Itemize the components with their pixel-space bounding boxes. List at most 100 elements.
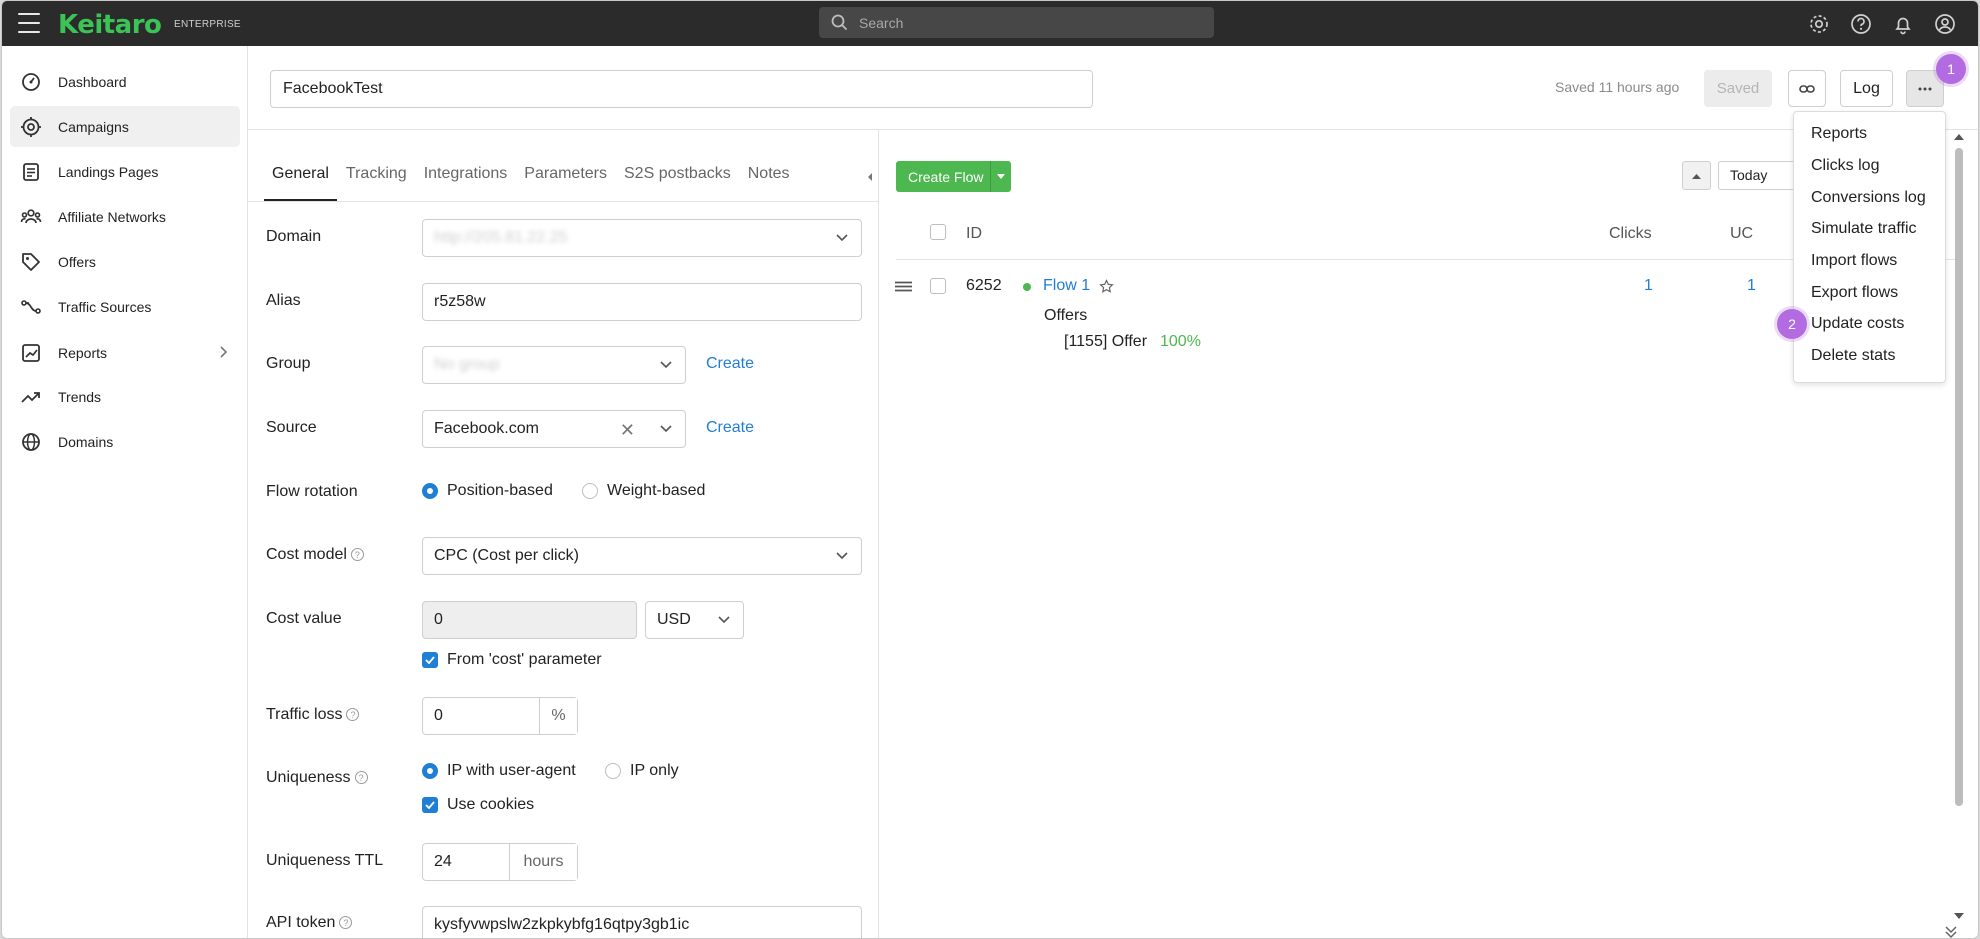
- page-icon: [23, 163, 39, 181]
- menu-item-import-flows[interactable]: Import flows: [1811, 252, 1897, 270]
- column-header-uc[interactable]: UC: [1730, 225, 1753, 243]
- saved-button[interactable]: Saved: [1704, 70, 1772, 107]
- sidebar-item-dashboard[interactable]: Dashboard: [10, 61, 240, 102]
- create-flow-label: Create Flow: [908, 168, 984, 185]
- menu-item-export-flows[interactable]: Export flows: [1811, 284, 1898, 302]
- label-text: Uniqueness: [266, 769, 351, 786]
- sidebar-item-reports[interactable]: Reports: [10, 332, 240, 373]
- currency-select[interactable]: USD: [645, 601, 744, 639]
- help-icon[interactable]: ?: [354, 771, 368, 784]
- menu-item-clicks-log[interactable]: Clicks log: [1811, 157, 1879, 175]
- tab-s2s-postbacks[interactable]: S2S postbacks: [616, 151, 739, 201]
- sidebar-item-domains[interactable]: Domains: [10, 421, 240, 462]
- row-checkbox[interactable]: [930, 278, 946, 294]
- bell-icon[interactable]: [1890, 11, 1916, 37]
- flow-clicks[interactable]: 1: [1644, 277, 1653, 295]
- campaign-name-input[interactable]: FacebookTest: [270, 70, 1093, 108]
- tab-notes[interactable]: Notes: [740, 151, 798, 201]
- sidebar-item-traffic-sources[interactable]: Traffic Sources: [10, 286, 240, 327]
- gear-icon[interactable]: [1806, 11, 1832, 37]
- uniqueness-ttl-input[interactable]: 24 hours: [422, 843, 578, 881]
- tab-parameters[interactable]: Parameters: [516, 151, 615, 201]
- date-filter-select[interactable]: Today: [1718, 161, 1798, 190]
- uniqueness-ip-only-radio[interactable]: IP only: [605, 762, 679, 780]
- trend-icon: [21, 392, 40, 403]
- resize-grip-icon[interactable]: [1945, 926, 1959, 938]
- network-icon: [20, 209, 42, 224]
- caret-down-icon[interactable]: [991, 173, 1011, 180]
- step-badge-1: 1: [1936, 54, 1966, 84]
- rotation-position-radio[interactable]: Position-based: [422, 482, 553, 500]
- tab-tracking[interactable]: Tracking: [338, 151, 415, 201]
- app-edition: ENTERPRISE: [174, 19, 241, 30]
- use-cookies-checkbox[interactable]: Use cookies: [422, 796, 534, 814]
- rotation-weight-radio[interactable]: Weight-based: [582, 482, 705, 500]
- help-icon[interactable]: ?: [350, 548, 364, 561]
- alias-input[interactable]: r5z58w: [422, 283, 862, 321]
- user-icon[interactable]: [1932, 11, 1958, 37]
- link-icon: [1799, 84, 1815, 93]
- chart-icon: [22, 344, 40, 362]
- radio-label: Position-based: [447, 482, 553, 499]
- menu-icon[interactable]: [18, 13, 40, 33]
- sidebar-item-trends[interactable]: Trends: [10, 376, 240, 417]
- radio-dot: [422, 763, 438, 779]
- help-icon[interactable]: ?: [339, 916, 353, 929]
- drag-handle-icon[interactable]: [895, 281, 912, 292]
- group-create-link[interactable]: Create: [706, 355, 754, 373]
- star-icon[interactable]: [1099, 279, 1114, 294]
- domain-select[interactable]: http://205.81.22.25: [422, 219, 862, 257]
- log-button[interactable]: Log: [1840, 70, 1893, 107]
- group-select[interactable]: No group: [422, 346, 686, 384]
- cost-value-input[interactable]: 0: [422, 601, 637, 639]
- campaign-tabs: General Tracking Integrations Parameters…: [264, 151, 799, 203]
- help-icon[interactable]: ?: [346, 708, 360, 721]
- source-create-link[interactable]: Create: [706, 419, 754, 437]
- alias-label: Alias: [266, 292, 301, 309]
- source-select[interactable]: Facebook.com ✕: [422, 410, 686, 448]
- scrollbar-thumb[interactable]: [1955, 148, 1963, 806]
- sidebar-item-campaigns[interactable]: Campaigns: [10, 106, 240, 147]
- cost-model-select[interactable]: CPC (Cost per click): [422, 537, 862, 575]
- tab-general[interactable]: General: [264, 151, 337, 201]
- search-box[interactable]: [819, 7, 1214, 38]
- scroll-down-icon[interactable]: [1954, 913, 1964, 920]
- search-input[interactable]: [859, 7, 1199, 38]
- sidebar-item-offers[interactable]: Offers: [10, 241, 240, 282]
- select-all-checkbox[interactable]: [930, 224, 946, 240]
- app-logo[interactable]: Keitaro: [58, 10, 162, 40]
- flow-uc[interactable]: 1: [1747, 277, 1756, 295]
- label-text: Traffic loss: [266, 706, 343, 723]
- menu-item-reports[interactable]: Reports: [1811, 125, 1867, 143]
- sidebar-item-affiliate-networks[interactable]: Affiliate Networks: [10, 196, 240, 237]
- status-active-dot: [1023, 283, 1031, 291]
- copy-link-button[interactable]: [1788, 70, 1826, 107]
- menu-item-update-costs[interactable]: Update costs: [1811, 315, 1904, 333]
- sort-up-button[interactable]: [1682, 161, 1711, 190]
- panel-divider: [878, 129, 879, 938]
- api-token-input[interactable]: kysfyvwpslw2zkpkybfg16qtpy3gb1ic: [422, 906, 862, 938]
- clear-icon[interactable]: ✕: [620, 421, 635, 439]
- column-header-clicks[interactable]: Clicks: [1609, 225, 1652, 243]
- sidebar-item-label: Landings Pages: [58, 163, 159, 180]
- sidebar-item-landings-pages[interactable]: Landings Pages: [10, 151, 240, 192]
- menu-item-simulate-traffic[interactable]: Simulate traffic: [1811, 220, 1917, 238]
- create-flow-button[interactable]: Create Flow: [896, 161, 1011, 192]
- menu-item-conversions-log[interactable]: Conversions log: [1811, 189, 1926, 207]
- flow-name-link[interactable]: Flow 1: [1043, 277, 1090, 295]
- search-icon: [831, 14, 848, 31]
- label-text: Cost model: [266, 546, 347, 563]
- sidebar-item-label: Offers: [58, 253, 96, 270]
- help-icon[interactable]: [1848, 11, 1874, 37]
- step-badge-2: 2: [1777, 309, 1807, 339]
- menu-item-delete-stats[interactable]: Delete stats: [1811, 347, 1895, 365]
- cost-param-checkbox[interactable]: From 'cost' parameter: [422, 651, 602, 669]
- uniqueness-ip-ua-radio[interactable]: IP with user-agent: [422, 762, 576, 780]
- tab-integrations[interactable]: Integrations: [416, 151, 516, 201]
- caret-left-icon[interactable]: [866, 171, 874, 183]
- column-header-id[interactable]: ID: [966, 225, 982, 243]
- traffic-loss-input[interactable]: 0 %: [422, 697, 578, 735]
- traffic-loss-label: Traffic loss?: [266, 706, 360, 724]
- scroll-up-icon[interactable]: [1954, 133, 1964, 140]
- chevron-down-icon: [660, 425, 672, 433]
